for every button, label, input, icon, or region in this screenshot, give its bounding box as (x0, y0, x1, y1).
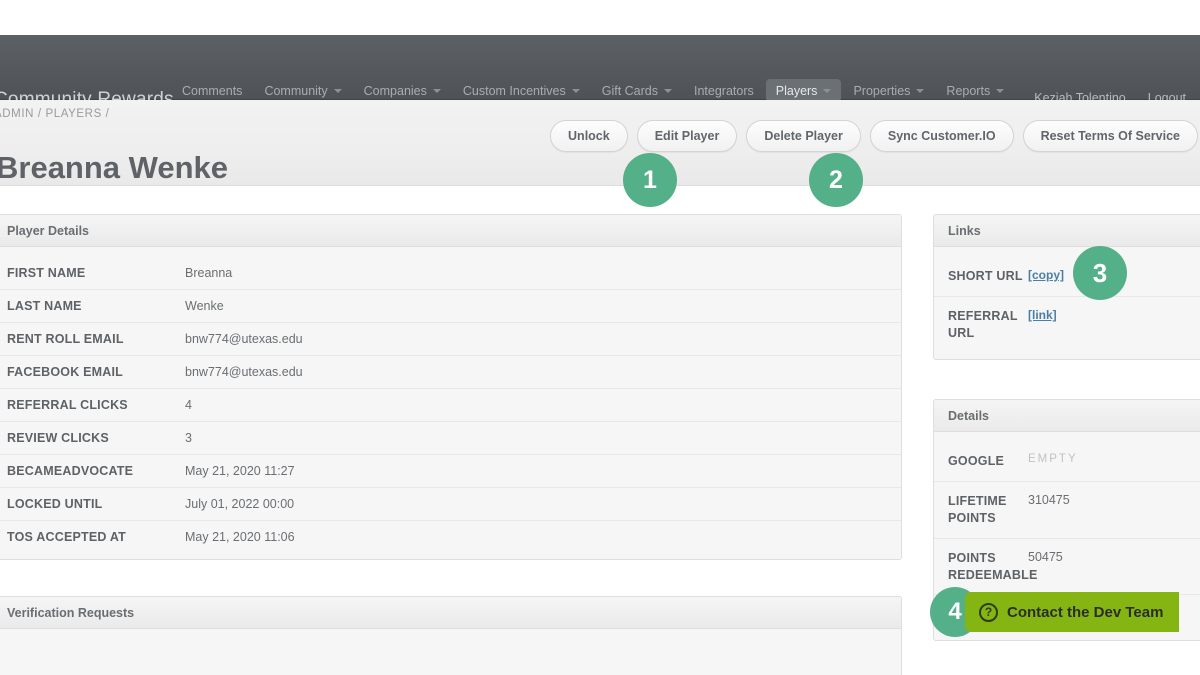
top-white-strip (0, 0, 1200, 35)
detail-value[interactable]: [copy] (1028, 268, 1064, 282)
nav-item-players[interactable]: Players (765, 79, 842, 102)
detail-value: May 21, 2020 11:06 (185, 530, 295, 544)
chevron-down-icon (996, 88, 1005, 93)
question-mark-icon: ? (979, 602, 998, 622)
details-heading: Details (934, 400, 1200, 432)
detail-value: 310475 (1028, 492, 1070, 507)
nav-item-reports[interactable]: Reports (936, 79, 1014, 102)
detail-value: bnw774@utexas.edu (185, 365, 303, 379)
detail-label: TOS ACCEPTED AT (7, 530, 126, 544)
detail-label: REFERRAL URL (948, 308, 1018, 340)
detail-value[interactable]: [link] (1028, 308, 1057, 322)
detail-value: 3 (185, 431, 192, 445)
nav-item-label: Integrators (693, 83, 754, 98)
verification-requests-panel: Verification Requests (0, 596, 902, 675)
detail-label: BECAMEADVOCATE (7, 464, 134, 478)
page-title: Breanna Wenke (0, 149, 229, 185)
nav-item-label: Comments (182, 83, 243, 98)
detail-row: LOCKED UNTIL July 01, 2022 00:00 (0, 488, 901, 521)
detail-label: REFERRAL CLICKS (7, 398, 128, 412)
detail-row: REFERRAL URL [link] (934, 297, 1200, 353)
nav-item-properties[interactable]: Properties (843, 79, 934, 102)
verification-requests-heading: Verification Requests (0, 597, 901, 629)
verification-requests-body (0, 629, 901, 675)
nav-item-integrators[interactable]: Integrators (684, 79, 764, 102)
nav-item-label: Players (775, 83, 818, 98)
player-details-rows: FIRST NAME Breanna LAST NAME Wenke RENT ROLL… (0, 247, 901, 559)
nav-item-custom-incentives[interactable]: Custom Incentives (453, 79, 590, 102)
annotation-bubble-2: 2 (809, 153, 863, 207)
nav-item-label: Custom Incentives (462, 83, 566, 98)
edit-player-button[interactable]: Edit Player (636, 120, 738, 152)
nav-item-label: Gift Cards (601, 83, 658, 98)
nav-item-gift-cards[interactable]: Gift Cards (592, 79, 682, 102)
detail-label: GOOGLE (948, 454, 1005, 468)
annotation-bubble-3: 3 (1073, 246, 1127, 300)
detail-row: SHORT URL [copy] (934, 257, 1200, 297)
page-action-buttons: Unlock Edit Player Delete Player Sync Custo… (550, 120, 1198, 152)
detail-row: REVIEW CLICKS 3 (0, 422, 901, 455)
detail-label: LOCKED UNTIL (7, 497, 103, 511)
detail-label: LAST NAME (7, 299, 82, 313)
breadcrumb[interactable]: ADMIN / PLAYERS / (0, 108, 109, 120)
chevron-down-icon (333, 88, 342, 93)
detail-label: FIRST NAME (7, 266, 86, 280)
detail-row: LAST NAME Wenke (0, 290, 901, 323)
chevron-down-icon (432, 88, 441, 93)
detail-value: bnw774@utexas.edu (185, 332, 303, 346)
detail-value: Breanna (185, 266, 233, 280)
detail-value: 4 (185, 398, 192, 412)
nav-item-community[interactable]: Community (254, 79, 351, 102)
detail-label: REVIEW CLICKS (7, 431, 109, 445)
detail-row: REFERRAL CLICKS 4 (0, 389, 901, 422)
nav-item-companies[interactable]: Companies (354, 79, 451, 102)
detail-label: SHORT URL (948, 269, 1023, 283)
chevron-down-icon (663, 88, 672, 93)
links-rows: SHORT URL [copy] REFERRAL URL [link] (934, 247, 1200, 359)
delete-player-button[interactable]: Delete Player (746, 120, 861, 152)
annotation-bubble-1: 1 (623, 153, 677, 207)
chevron-down-icon (571, 88, 580, 93)
links-panel: Links SHORT URL [copy] REFERRAL URL [link] (933, 214, 1200, 360)
detail-label: RENT ROLL EMAIL (7, 332, 124, 346)
nav-item-label: Companies (363, 83, 427, 98)
nav-item-label: Reports (946, 83, 991, 98)
unlock-button[interactable]: Unlock (550, 120, 628, 152)
detail-value: July 01, 2022 00:00 (185, 497, 295, 511)
main-navbar: Community Rewards CommentsCommunityCompa… (0, 35, 1200, 125)
detail-value: 50475 (1028, 549, 1063, 564)
contact-dev-team-label: Contact the Dev Team (1007, 603, 1164, 621)
chevron-down-icon (823, 88, 832, 93)
nav-item-comments[interactable]: Comments (172, 79, 252, 102)
reset-terms-of-service-button[interactable]: Reset Terms Of Service (1022, 120, 1198, 152)
detail-row: FACEBOOK EMAIL bnw774@utexas.edu (0, 356, 901, 389)
detail-value: Wenke (185, 299, 224, 313)
detail-label: LIFETIME POINTS (948, 493, 1007, 525)
nav-item-label: Properties (853, 83, 911, 98)
detail-row: BECAMEADVOCATE May 21, 2020 11:27 (0, 455, 901, 488)
detail-row: FIRST NAME Breanna (0, 257, 901, 290)
detail-label: POINTS REDEEMABLE (948, 550, 1038, 582)
detail-row: RENT ROLL EMAIL bnw774@utexas.edu (0, 323, 901, 356)
links-heading: Links (934, 215, 1200, 247)
detail-value: May 21, 2020 11:27 (185, 464, 295, 478)
detail-row: POINTS REDEEMABLE 50475 (934, 539, 1200, 596)
player-details-panel: Player Details FIRST NAME Breanna LAST NAM… (0, 214, 902, 560)
detail-row: LIFETIME POINTS 310475 (934, 482, 1200, 539)
chevron-down-icon (916, 88, 925, 93)
detail-label: FACEBOOK EMAIL (7, 365, 123, 379)
detail-row: GOOGLE EMPTY (934, 442, 1200, 482)
contact-dev-team-button[interactable]: ? Contact the Dev Team (965, 592, 1180, 632)
detail-row: TOS ACCEPTED AT May 21, 2020 11:06 (0, 521, 901, 553)
player-details-heading: Player Details (0, 215, 901, 247)
detail-value: EMPTY (1028, 453, 1078, 465)
app-screen: Community Rewards CommentsCommunityCompa… (0, 0, 1200, 675)
nav-item-label: Community (264, 83, 328, 98)
sync-customer-io-button[interactable]: Sync Customer.IO (869, 120, 1014, 152)
